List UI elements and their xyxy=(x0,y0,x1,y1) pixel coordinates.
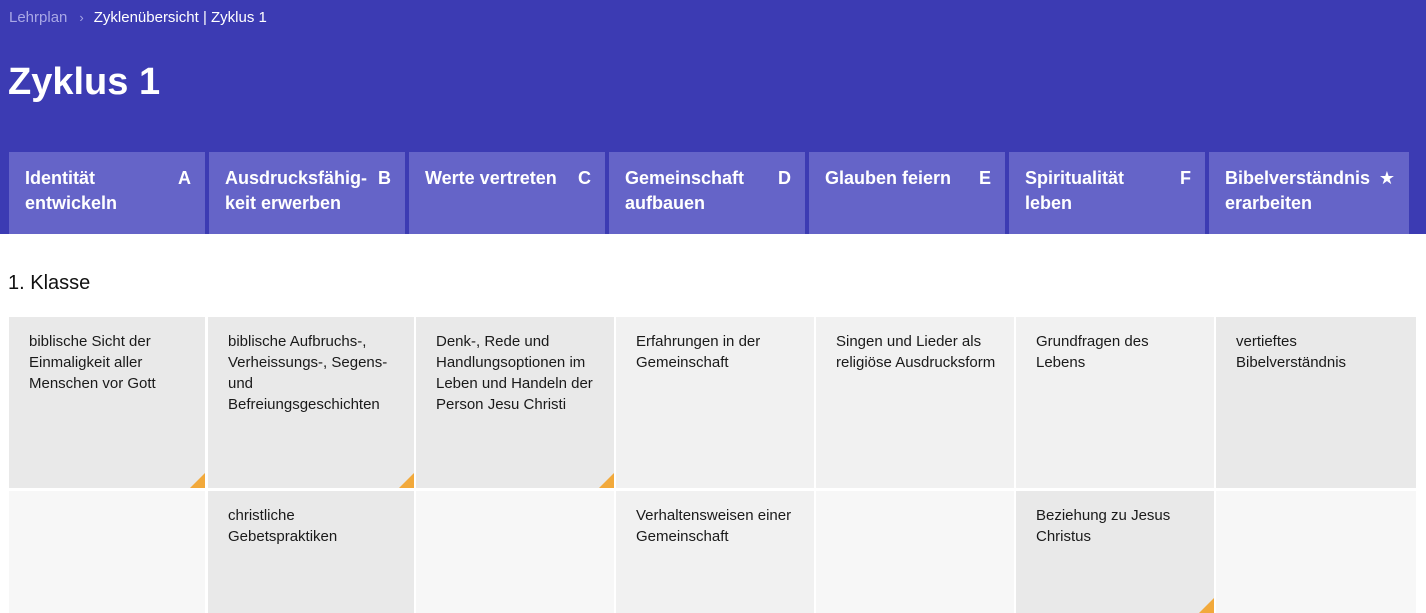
breadcrumb: Lehrplan › Zyklenübersicht | Zyklus 1 xyxy=(9,8,267,28)
competence-cell[interactable]: biblische Sicht der Einmaligkeit aller M… xyxy=(9,317,205,488)
tab-label: Glauben feiern xyxy=(825,168,952,188)
cell-text: Beziehung zu Jesus Christus xyxy=(1036,507,1171,545)
chevron-right-icon: › xyxy=(79,10,84,25)
competence-cell[interactable]: christliche Gebetspraktiken xyxy=(208,491,414,613)
tab-label: Gemeinschaft aufbauen xyxy=(625,168,745,213)
cell-text: Erfahrungen in der Gemeinschaft xyxy=(636,333,761,371)
tab-letter: F xyxy=(1180,168,1191,188)
tab-letter: C xyxy=(578,168,591,188)
empty-cell xyxy=(816,491,1014,613)
tab-label: Bibelverständnis erarbeiten xyxy=(1225,168,1371,213)
star-icon: ★ xyxy=(1378,168,1395,188)
tab-identitaet[interactable]: Identität entwickeln A xyxy=(9,152,205,234)
corner-marker xyxy=(399,473,414,488)
competence-cell[interactable]: Erfahrungen in der Gemeinschaft xyxy=(616,317,814,488)
breadcrumb-current: Zyklenübersicht | Zyklus 1 xyxy=(93,9,267,26)
competence-cell[interactable]: vertieftes Bibelverständnis xyxy=(1216,317,1416,488)
tab-letter: B xyxy=(378,168,391,188)
corner-marker xyxy=(1199,598,1214,613)
tab-letter: D xyxy=(778,168,791,188)
competence-tabs: Identität entwickeln A Ausdrucksfähig-ke… xyxy=(9,152,1409,234)
page-title: Zyklus 1 xyxy=(8,61,161,103)
tab-glauben[interactable]: Glauben feiern E xyxy=(809,152,1005,234)
tab-bibelverstaendnis[interactable]: Bibelverständnis erarbeiten ★ xyxy=(1209,152,1409,234)
cell-text: christliche Gebetspraktiken xyxy=(228,507,338,545)
tab-letter: E xyxy=(978,168,991,188)
empty-cell xyxy=(9,491,205,613)
breadcrumb-lehrplan-link[interactable]: Lehrplan xyxy=(9,8,67,28)
competence-grid: biblische Sicht der Einmaligkeit aller M… xyxy=(9,317,1426,613)
tab-gemeinschaft[interactable]: Gemeinschaft aufbauen D xyxy=(609,152,805,234)
tab-label: Ausdrucksfähig-keit erwerben xyxy=(225,168,368,213)
tab-letter: A xyxy=(178,168,191,188)
cell-text: Verhaltensweisen einer Gemeinschaft xyxy=(636,507,792,545)
competence-cell[interactable]: Beziehung zu Jesus Christus xyxy=(1016,491,1214,613)
tab-label: Spiritualität leben xyxy=(1025,168,1125,213)
cell-text: Singen und Lieder als religiöse Ausdruck… xyxy=(836,333,996,371)
cell-text: Denk-, Rede und Handlungsoptionen im Leb… xyxy=(436,333,593,413)
corner-marker xyxy=(190,473,205,488)
empty-cell xyxy=(1216,491,1416,613)
section-title-klasse: 1. Klasse xyxy=(8,272,91,294)
tab-ausdrucksfaehigkeit[interactable]: Ausdrucksfähig-keit erwerben B xyxy=(209,152,405,234)
tab-label: Werte vertreten xyxy=(425,168,557,188)
tab-spiritualitaet[interactable]: Spiritualität leben F xyxy=(1009,152,1205,234)
competence-cell[interactable]: Grundfragen des Lebens xyxy=(1016,317,1214,488)
competence-cell[interactable]: biblische Aufbruchs-, Verheissungs-, Seg… xyxy=(208,317,414,488)
cell-text: biblische Aufbruchs-, Verheissungs-, Seg… xyxy=(228,333,388,413)
tab-werte[interactable]: Werte vertreten C xyxy=(409,152,605,234)
corner-marker xyxy=(599,473,614,488)
tab-label: Identität entwickeln xyxy=(25,168,118,213)
competence-cell[interactable]: Verhaltensweisen einer Gemeinschaft xyxy=(616,491,814,613)
cell-text: Grundfragen des Lebens xyxy=(1036,333,1149,371)
cell-text: biblische Sicht der Einmaligkeit aller M… xyxy=(29,333,156,392)
competence-cell[interactable]: Denk-, Rede und Handlungsoptionen im Leb… xyxy=(416,317,614,488)
page-header: Lehrplan › Zyklenübersicht | Zyklus 1 Zy… xyxy=(0,0,1426,234)
competence-cell[interactable]: Singen und Lieder als religiöse Ausdruck… xyxy=(816,317,1014,488)
cell-text: vertieftes Bibelverständnis xyxy=(1236,333,1347,371)
empty-cell xyxy=(416,491,614,613)
